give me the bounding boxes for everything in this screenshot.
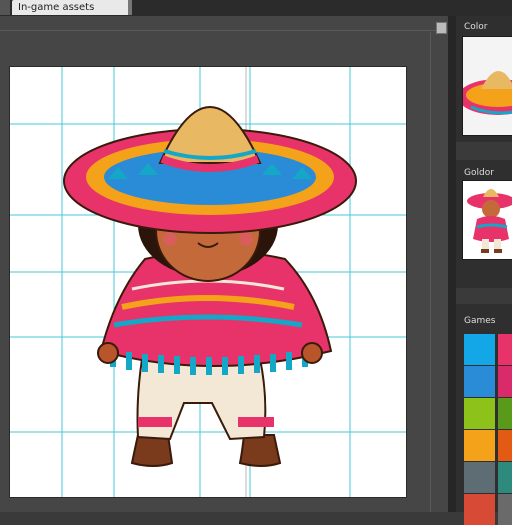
workspace-rule <box>0 30 448 31</box>
character-artwork <box>10 67 406 497</box>
color-swatch[interactable] <box>464 430 495 461</box>
color-preview[interactable] <box>462 36 512 136</box>
color-swatch[interactable] <box>464 366 495 397</box>
character-thumbnail[interactable] <box>462 180 512 260</box>
tab-divider <box>128 0 132 15</box>
color-swatch[interactable] <box>464 334 495 365</box>
color-swatch[interactable] <box>464 462 495 493</box>
tab-previous[interactable] <box>0 0 10 15</box>
tab-bar: In-game assets <box>0 0 512 17</box>
preview-panel: Goldor <box>456 160 512 288</box>
color-swatch[interactable] <box>498 334 512 365</box>
workspace-scroll-track[interactable] <box>430 32 431 512</box>
color-panel: Color <box>456 16 512 142</box>
color-swatch[interactable] <box>498 462 512 493</box>
games-panel-title: Games <box>464 316 496 326</box>
color-swatch[interactable] <box>464 494 495 525</box>
color-swatch[interactable] <box>498 494 512 525</box>
color-swatch[interactable] <box>498 398 512 429</box>
color-panel-title: Color <box>464 22 488 32</box>
tab-in-game-assets[interactable]: In-game assets <box>12 0 132 15</box>
games-palette-panel: Games <box>456 304 512 525</box>
color-swatch[interactable] <box>498 430 512 461</box>
color-swatch[interactable] <box>498 366 512 397</box>
preview-panel-title: Goldor <box>464 168 494 178</box>
scroll-handle[interactable] <box>436 22 447 34</box>
panel-divider <box>448 16 456 512</box>
color-swatch[interactable] <box>464 398 495 429</box>
artboard[interactable] <box>9 66 407 498</box>
